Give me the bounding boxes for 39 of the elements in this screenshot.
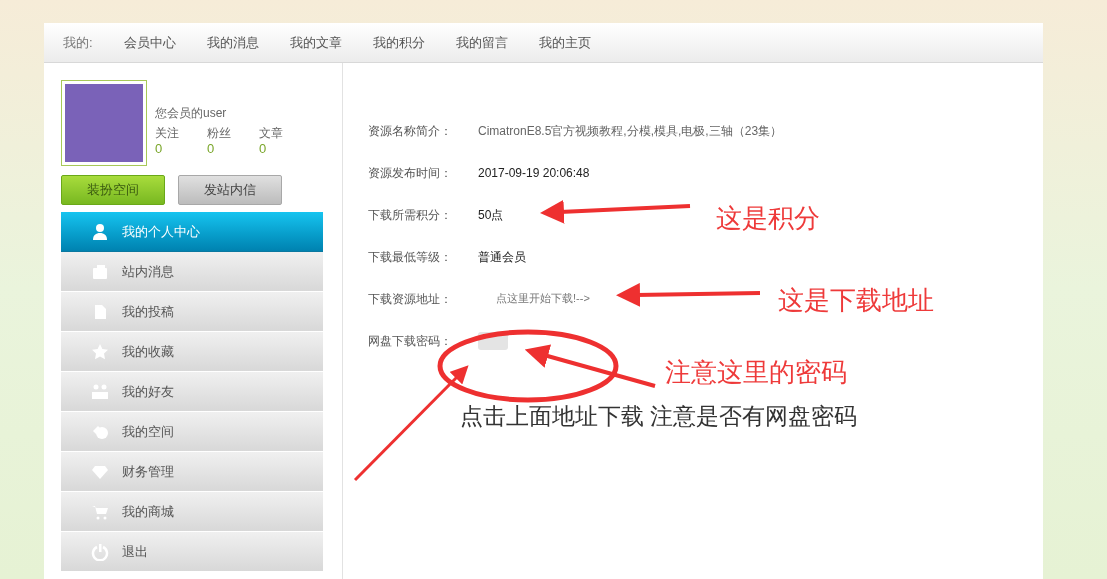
profile-button[interactable]: 装扮空间: [61, 175, 165, 205]
sidebar-item[interactable]: 财务管理: [61, 452, 323, 492]
field-value: 50点: [478, 206, 504, 224]
stat-value: 0: [207, 141, 216, 157]
field-label: 下载资源地址：: [368, 290, 453, 308]
sidebar-item[interactable]: 站内消息: [61, 252, 323, 292]
sidebar-item[interactable]: 我的商城: [61, 492, 323, 532]
nav-link[interactable]: 会员中心: [123, 32, 176, 53]
field-label: 资源发布时间：: [368, 164, 453, 182]
field-label: 下载最低等级：: [368, 248, 453, 266]
field-value: 普通会员: [478, 248, 526, 266]
download-link[interactable]: 点这里开始下载!-->: [496, 290, 590, 307]
stat-label: 关注: [155, 125, 179, 141]
sidebar-item[interactable]: 我的好友: [61, 372, 323, 412]
stat-label: 粉丝: [207, 125, 231, 141]
annotation-note: 点击上面地址下载 注意是否有网盘密码: [460, 402, 858, 431]
stat-label: 文章: [259, 125, 283, 141]
nav-link[interactable]: 我的积分: [372, 32, 425, 53]
nav-link[interactable]: 我的主页: [538, 32, 591, 53]
sidebar-item[interactable]: 退出: [61, 532, 323, 572]
stat-value: 0: [155, 141, 164, 157]
sidebar-item[interactable]: 我的收藏: [61, 332, 323, 372]
sidebar-item[interactable]: 我的空间: [61, 412, 323, 452]
profile-button[interactable]: 发站内信: [178, 175, 282, 205]
field-value: 2017-09-19 20:06:48: [478, 164, 590, 182]
field-label: 网盘下载密码：: [368, 332, 453, 350]
annotation-text: 这是下载地址: [778, 284, 934, 316]
nav-label: 我的:: [63, 33, 93, 52]
field-value: CimatronE8.5官方视频教程,分模,模具,电极,三轴（23集）: [478, 122, 783, 140]
nav-link[interactable]: 我的留言: [455, 32, 508, 53]
annotation-text: 这是积分: [716, 202, 820, 234]
nav-link[interactable]: 我的文章: [289, 32, 342, 53]
annotation-text: 注意这里的密码: [665, 356, 847, 388]
field-label: 下载所需积分：: [368, 206, 453, 224]
field-label: 资源名称简介：: [368, 122, 453, 140]
sidebar-item[interactable]: 我的投稿: [61, 292, 323, 332]
member-text: 您会员的user: [155, 105, 228, 122]
stat-value: 0: [259, 141, 268, 157]
nav-link[interactable]: 我的消息: [206, 32, 259, 53]
